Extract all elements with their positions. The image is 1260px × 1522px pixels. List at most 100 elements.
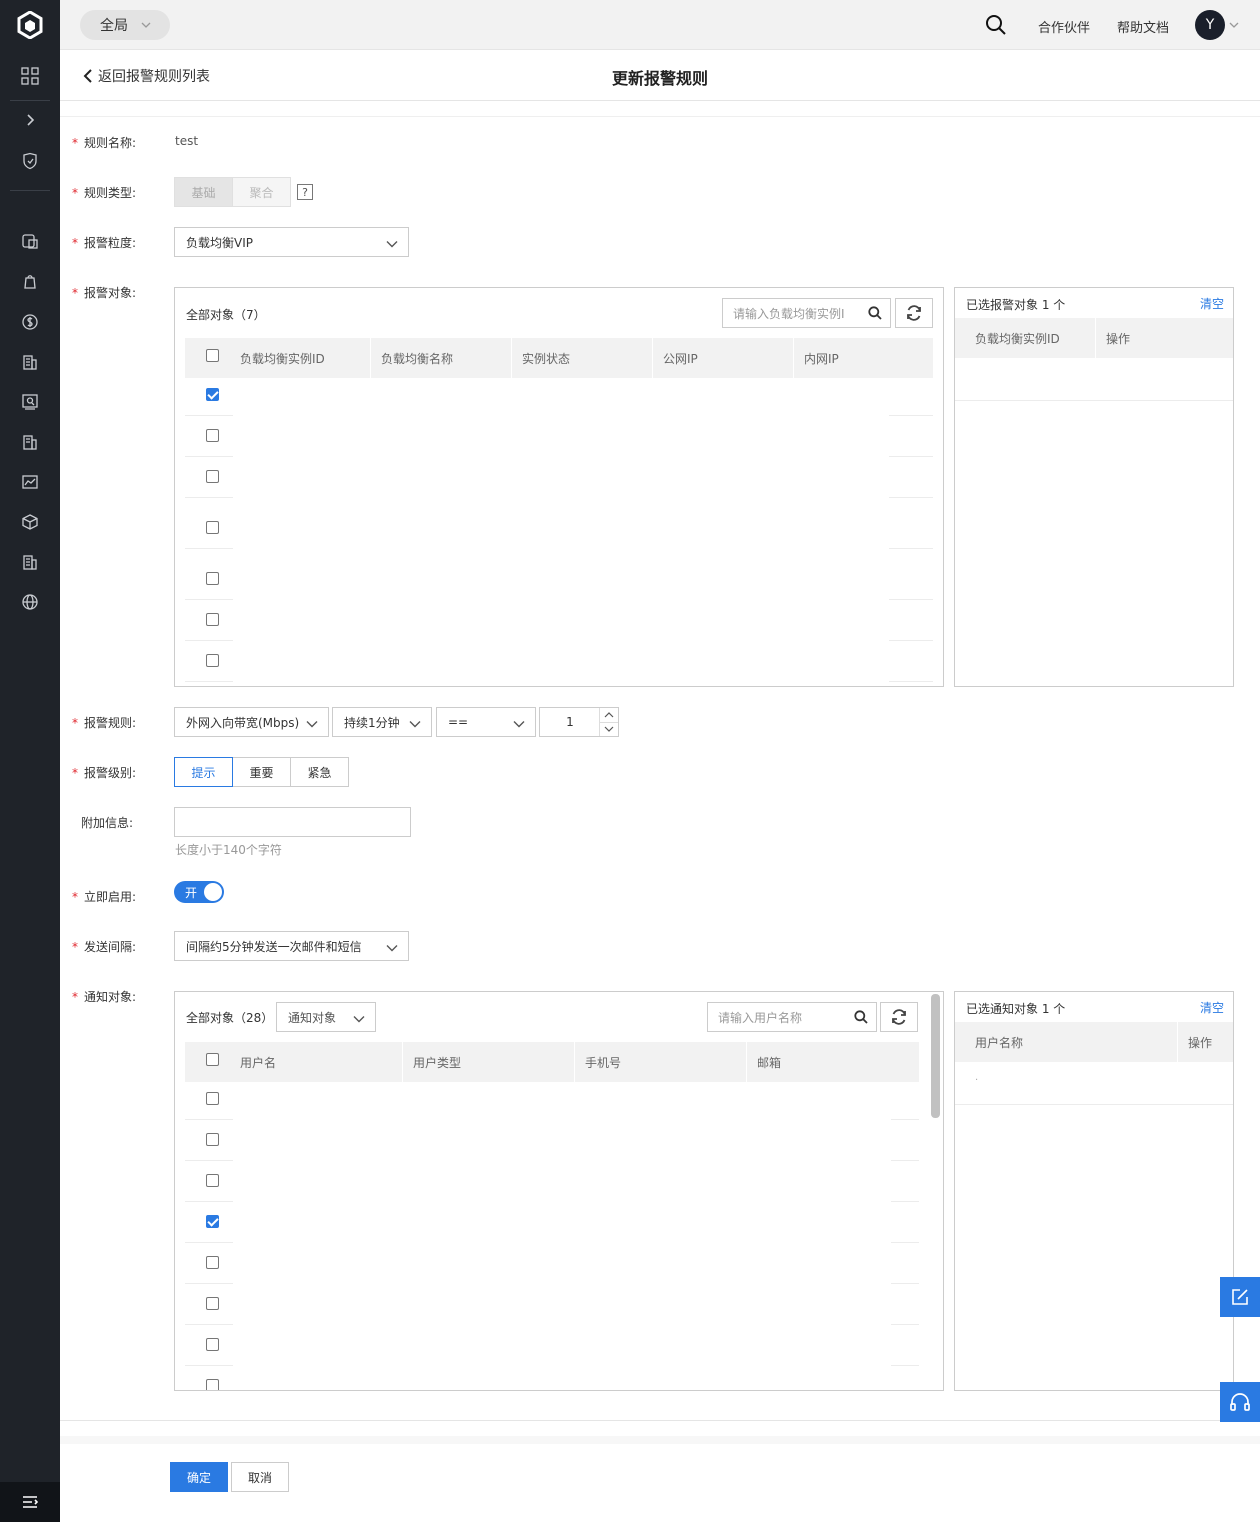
target-row-checkbox[interactable]: [206, 654, 219, 667]
notify-row-checkbox[interactable]: [206, 1379, 219, 1390]
notify-row-checkbox[interactable]: [206, 1338, 219, 1351]
rule-type-label: * 规则类型:: [72, 186, 137, 200]
target-row-checkbox[interactable]: [206, 388, 219, 401]
avatar[interactable]: Y: [1195, 10, 1225, 40]
chevron-down-icon[interactable]: [604, 725, 614, 733]
expand-chevron-icon[interactable]: [0, 100, 60, 140]
chevron-up-icon[interactable]: [604, 711, 614, 719]
target-row-checkbox[interactable]: [206, 470, 219, 483]
targets-refresh-button[interactable]: [895, 298, 933, 328]
selected-col-id: 负载均衡实例ID: [975, 331, 1060, 346]
search-icon[interactable]: [985, 14, 1007, 36]
selected-targets-header: 负载均衡实例ID 操作: [955, 318, 1233, 358]
chevron-down-icon[interactable]: [1228, 19, 1240, 31]
menu-toggle-icon[interactable]: [0, 1482, 60, 1522]
selected-col-action: 操作: [1095, 318, 1233, 358]
selected-notify-header: 用户名称 操作: [955, 1022, 1233, 1062]
logo-icon[interactable]: [0, 0, 60, 50]
metric-select[interactable]: 外网入向带宽(Mbps): [174, 707, 329, 737]
support-button[interactable]: [1220, 1382, 1260, 1422]
threshold-stepper[interactable]: [599, 708, 618, 736]
confirm-button[interactable]: 确定: [170, 1462, 228, 1492]
notify-col-email: 邮箱: [746, 1042, 919, 1082]
chevron-down-icon: [306, 721, 318, 728]
selected-notify-count: 已选通知对象 1 个: [966, 1002, 1066, 1016]
selected-notify-placeholder: .: [975, 1072, 979, 1083]
target-row-checkbox[interactable]: [206, 521, 219, 534]
chevron-down-icon: [386, 945, 398, 952]
chevron-down-icon: [513, 721, 525, 728]
toggle-text: 开: [185, 886, 198, 900]
notify-select-all-checkbox[interactable]: [206, 1053, 219, 1066]
notify-row-checkbox[interactable]: [206, 1297, 219, 1310]
office-icon[interactable]: [0, 542, 60, 582]
extra-info-input[interactable]: [174, 807, 411, 837]
headset-icon: [1230, 1393, 1250, 1411]
server-icon[interactable]: [0, 422, 60, 462]
notify-col-phone: 手机号: [574, 1042, 746, 1082]
monitor-search-icon[interactable]: [0, 382, 60, 422]
chart-icon[interactable]: [0, 462, 60, 502]
rule-name-value: test: [175, 134, 199, 148]
notify-refresh-button[interactable]: [880, 1002, 918, 1032]
docs-link[interactable]: 帮助文档: [1117, 17, 1169, 36]
target-row-checkbox[interactable]: [206, 572, 219, 585]
notify-row-checkbox[interactable]: [206, 1256, 219, 1269]
globe-icon[interactable]: [0, 582, 60, 622]
billing-icon[interactable]: [0, 302, 60, 342]
interval-select[interactable]: 间隔约5分钟发送一次邮件和短信: [174, 931, 409, 961]
chevron-down-icon: [409, 721, 421, 728]
alarm-rule-label: * 报警规则:: [72, 716, 137, 730]
notify-label: * 通知对象:: [72, 990, 137, 1004]
targets-label: * 报警对象:: [72, 286, 137, 300]
bag-icon[interactable]: [0, 262, 60, 302]
chevron-down-icon: [353, 1016, 365, 1023]
chevron-down-icon: [141, 22, 151, 28]
operator-select[interactable]: ==: [436, 707, 536, 737]
targets-col-private-ip: 内网IP: [793, 338, 933, 378]
targets-col-name: 负载均衡名称: [370, 338, 511, 378]
refresh-icon: [892, 1009, 906, 1025]
selected-col-username: 用户名称: [975, 1035, 1024, 1050]
duration-select[interactable]: 持续1分钟: [332, 707, 432, 737]
target-row-checkbox[interactable]: [206, 613, 219, 626]
database-icon[interactable]: [0, 221, 60, 261]
targets-search-input[interactable]: 请输入负载均衡实例I: [722, 298, 891, 328]
clear-targets-link[interactable]: 清空: [1200, 295, 1224, 312]
partner-link[interactable]: 合作伙伴: [1038, 17, 1090, 36]
granularity-select[interactable]: 负载均衡VIP: [174, 227, 409, 257]
feedback-button[interactable]: [1220, 1277, 1260, 1317]
search-icon[interactable]: [868, 306, 882, 320]
help-icon[interactable]: ?: [297, 184, 313, 200]
notify-filter-select[interactable]: 通知对象: [276, 1002, 376, 1032]
targets-count: 全部对象（7）: [186, 308, 266, 322]
notify-row-checkbox[interactable]: [206, 1133, 219, 1146]
scope-label: 全局: [100, 18, 128, 34]
package-icon[interactable]: [0, 502, 60, 542]
notify-scrollbar[interactable]: [931, 994, 940, 1118]
left-sidebar: [0, 0, 60, 1522]
target-row-checkbox[interactable]: [206, 429, 219, 442]
top-bar: 全局 合作伙伴 帮助文档 Y: [60, 0, 1260, 50]
rule-name-label: * 规则名称:: [72, 136, 137, 150]
building-icon[interactable]: [0, 342, 60, 382]
title-bar: 返回报警规则列表 更新报警规则: [60, 50, 1260, 101]
notify-row-checkbox[interactable]: [206, 1092, 219, 1105]
cancel-button[interactable]: 取消: [231, 1462, 289, 1492]
threshold-input[interactable]: 1: [539, 707, 619, 737]
grid-icon[interactable]: [0, 56, 60, 96]
notify-row-checkbox[interactable]: [206, 1174, 219, 1187]
notify-search-input[interactable]: 请输入用户名称: [707, 1002, 877, 1032]
notify-table-header: 用户名 用户类型 手机号 邮箱: [185, 1042, 919, 1082]
level-important-button[interactable]: 重要: [232, 757, 291, 787]
level-hint-button[interactable]: 提示: [174, 757, 233, 787]
targets-select-all-checkbox[interactable]: [206, 349, 219, 362]
scope-selector[interactable]: 全局: [80, 10, 170, 40]
notify-row-checkbox[interactable]: [206, 1215, 219, 1228]
level-urgent-button[interactable]: 紧急: [290, 757, 349, 787]
clear-notify-link[interactable]: 清空: [1200, 999, 1224, 1016]
search-icon[interactable]: [854, 1010, 868, 1024]
enable-toggle[interactable]: 开: [174, 881, 224, 903]
targets-table-header: 负载均衡实例ID 负载均衡名称 实例状态 公网IP 内网IP: [185, 338, 933, 378]
shield-icon[interactable]: [0, 141, 60, 181]
